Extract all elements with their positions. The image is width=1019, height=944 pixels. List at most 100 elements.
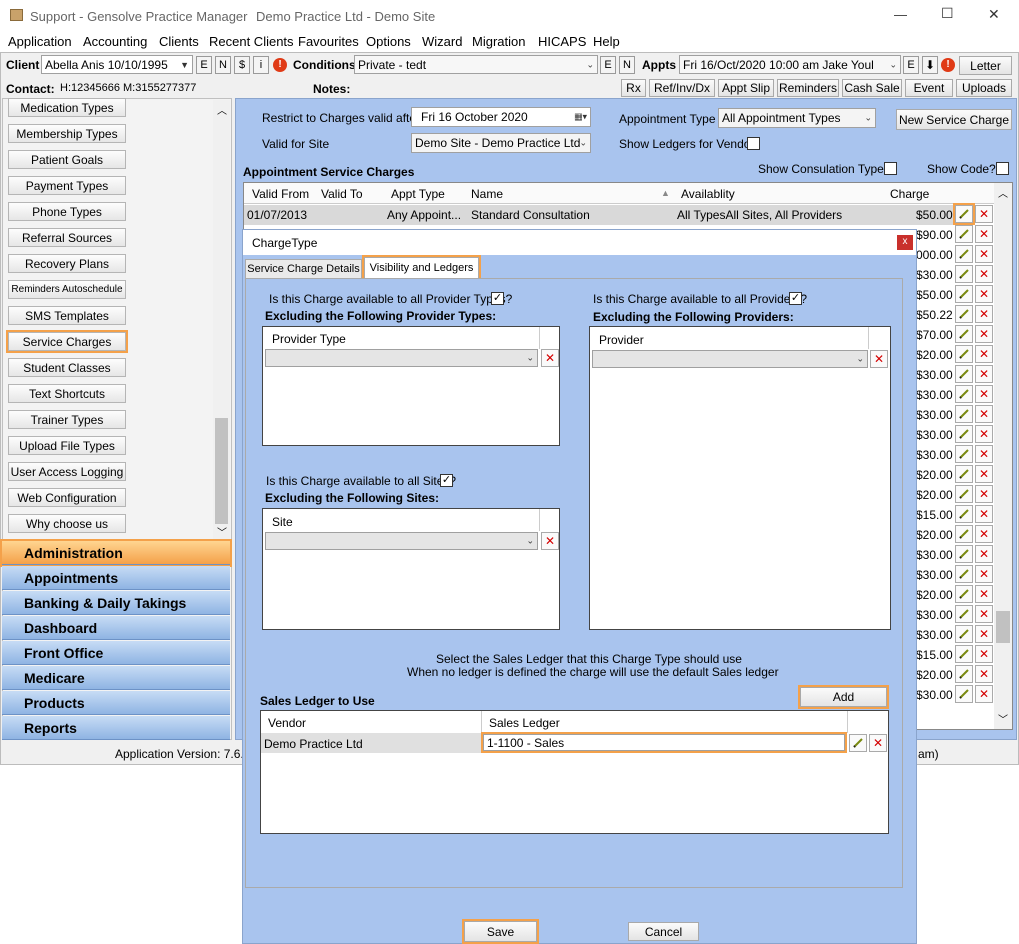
calendar-icon[interactable]: ▦▾ xyxy=(574,112,587,123)
sales-ledger-input[interactable]: 1-1100 - Sales xyxy=(481,732,847,753)
maximize-button[interactable]: ☐ xyxy=(941,5,954,22)
sidebar-item-recovery-plans[interactable]: Recovery Plans xyxy=(8,254,126,273)
save-button[interactable]: Save xyxy=(462,919,539,944)
menu-clients[interactable]: Clients xyxy=(159,34,199,49)
nav-products[interactable]: Products xyxy=(2,691,230,715)
menu-hicaps[interactable]: HICAPS xyxy=(538,34,586,49)
edit-icon[interactable] xyxy=(955,425,973,443)
delete-icon[interactable]: ✕ xyxy=(975,485,993,503)
edit-icon[interactable] xyxy=(955,225,973,243)
edit-icon[interactable] xyxy=(955,285,973,303)
delete-icon[interactable]: ✕ xyxy=(541,532,559,550)
scroll-up-icon[interactable]: ︿ xyxy=(998,185,1008,200)
edit-icon[interactable] xyxy=(955,565,973,583)
edit-icon[interactable] xyxy=(955,385,973,403)
delete-icon[interactable]: ✕ xyxy=(975,425,993,443)
edit-icon[interactable] xyxy=(955,445,973,463)
edit-icon[interactable] xyxy=(955,485,973,503)
appt-edit-button[interactable]: E xyxy=(903,56,919,74)
sidebar-item-payment-types[interactable]: Payment Types xyxy=(8,176,126,195)
providers-checkbox[interactable]: ✓ xyxy=(789,292,802,305)
delete-icon[interactable]: ✕ xyxy=(975,225,993,243)
col-valid-to[interactable]: Valid To xyxy=(321,187,363,201)
sidebar-item-referral-sources[interactable]: Referral Sources xyxy=(8,228,126,247)
sidebar-item-sms-templates[interactable]: SMS Templates xyxy=(8,306,126,325)
sites-checkbox[interactable]: ✓ xyxy=(440,474,453,487)
sidebar-item-reminders-autoschedule[interactable]: Reminders Autoschedule xyxy=(8,280,126,299)
sidebar-item-medication-types[interactable]: Medication Types xyxy=(8,98,126,117)
appts-select[interactable]: Fri 16/Oct/2020 10:00 am Jake Youl ⌄ xyxy=(679,55,901,74)
delete-icon[interactable]: ✕ xyxy=(975,385,993,403)
reminders-button[interactable]: Reminders xyxy=(777,79,839,97)
menu-application[interactable]: Application xyxy=(8,34,72,49)
edit-icon[interactable] xyxy=(953,203,975,225)
scroll-down-icon[interactable]: ﹀ xyxy=(217,524,227,539)
show-ledgers-checkbox[interactable] xyxy=(747,137,760,150)
delete-icon[interactable]: ✕ xyxy=(870,350,888,368)
delete-icon[interactable]: ✕ xyxy=(975,325,993,343)
delete-icon[interactable]: ✕ xyxy=(975,265,993,283)
edit-icon[interactable] xyxy=(955,605,973,623)
col-valid-from[interactable]: Valid From xyxy=(252,187,309,201)
client-edit-button[interactable]: E xyxy=(196,56,212,74)
table-row[interactable] xyxy=(244,205,954,225)
provider-types-checkbox[interactable]: ✓ xyxy=(491,292,504,305)
scroll-thumb[interactable] xyxy=(996,611,1010,643)
col-availability[interactable]: Availablity xyxy=(681,187,735,201)
delete-icon[interactable]: ✕ xyxy=(975,405,993,423)
edit-icon[interactable] xyxy=(955,465,973,483)
delete-icon[interactable]: ✕ xyxy=(975,245,993,263)
scroll-down-icon[interactable]: ﹀ xyxy=(998,711,1008,726)
nav-reports[interactable]: Reports xyxy=(2,716,230,740)
tab-service-charge-details[interactable]: Service Charge Details xyxy=(245,259,362,279)
sidebar-item-patient-goals[interactable]: Patient Goals xyxy=(8,150,126,169)
edit-icon[interactable] xyxy=(955,325,973,343)
delete-icon[interactable]: ✕ xyxy=(975,665,993,683)
condition-new-button[interactable]: N xyxy=(619,56,635,74)
close-button[interactable]: ✕ xyxy=(988,6,1000,23)
cancel-button[interactable]: Cancel xyxy=(628,922,699,941)
nav-banking[interactable]: Banking & Daily Takings xyxy=(2,591,230,615)
add-ledger-button[interactable]: Add xyxy=(798,685,889,709)
sidebar-item-text-shortcuts[interactable]: Text Shortcuts xyxy=(8,384,126,403)
menu-wizard[interactable]: Wizard xyxy=(422,34,462,49)
edit-icon[interactable] xyxy=(955,645,973,663)
delete-icon[interactable]: ✕ xyxy=(975,365,993,383)
col-charge[interactable]: Charge xyxy=(890,187,929,201)
delete-icon[interactable]: ✕ xyxy=(975,505,993,523)
sidebar-item-user-access-logging[interactable]: User Access Logging xyxy=(8,462,126,481)
scroll-up-icon[interactable]: ︿ xyxy=(217,102,227,117)
grid-scrollbar[interactable]: ︿ ﹀ xyxy=(994,183,1012,729)
menu-recent-clients[interactable]: Recent Clients xyxy=(209,34,294,49)
edit-icon[interactable] xyxy=(955,305,973,323)
delete-icon[interactable]: ✕ xyxy=(975,605,993,623)
delete-icon[interactable]: ✕ xyxy=(975,205,993,223)
sidebar-scrollbar[interactable]: ︿ ﹀ xyxy=(213,100,230,540)
col-appt-type[interactable]: Appt Type xyxy=(391,187,445,201)
letter-button[interactable]: Letter xyxy=(959,56,1012,75)
delete-icon[interactable]: ✕ xyxy=(975,625,993,643)
sidebar-item-membership-types[interactable]: Membership Types xyxy=(8,124,126,143)
edit-icon[interactable] xyxy=(955,625,973,643)
menu-accounting[interactable]: Accounting xyxy=(83,34,147,49)
condition-edit-button[interactable]: E xyxy=(600,56,616,74)
download-icon[interactable]: ⬇ xyxy=(922,56,938,74)
scroll-thumb[interactable] xyxy=(215,418,228,524)
edit-icon[interactable] xyxy=(955,585,973,603)
sidebar-item-trainer-types[interactable]: Trainer Types xyxy=(8,410,126,429)
sidebar-item-student-classes[interactable]: Student Classes xyxy=(8,358,126,377)
appt-slip-button[interactable]: Appt Slip xyxy=(718,79,774,97)
nav-dashboard[interactable]: Dashboard xyxy=(2,616,230,640)
client-info-button[interactable]: i xyxy=(253,56,269,74)
event-button[interactable]: Event xyxy=(905,79,953,97)
delete-icon[interactable]: ✕ xyxy=(975,285,993,303)
edit-icon[interactable] xyxy=(849,734,867,752)
sidebar-item-upload-file-types[interactable]: Upload File Types xyxy=(8,436,126,455)
menu-migration[interactable]: Migration xyxy=(472,34,525,49)
provider-select[interactable]: ⌄ xyxy=(592,350,868,368)
delete-icon[interactable]: ✕ xyxy=(541,349,559,367)
edit-icon[interactable] xyxy=(955,345,973,363)
col-name[interactable]: Name xyxy=(471,187,503,201)
menu-help[interactable]: Help xyxy=(593,34,620,49)
alert-icon[interactable]: ! xyxy=(273,58,287,72)
